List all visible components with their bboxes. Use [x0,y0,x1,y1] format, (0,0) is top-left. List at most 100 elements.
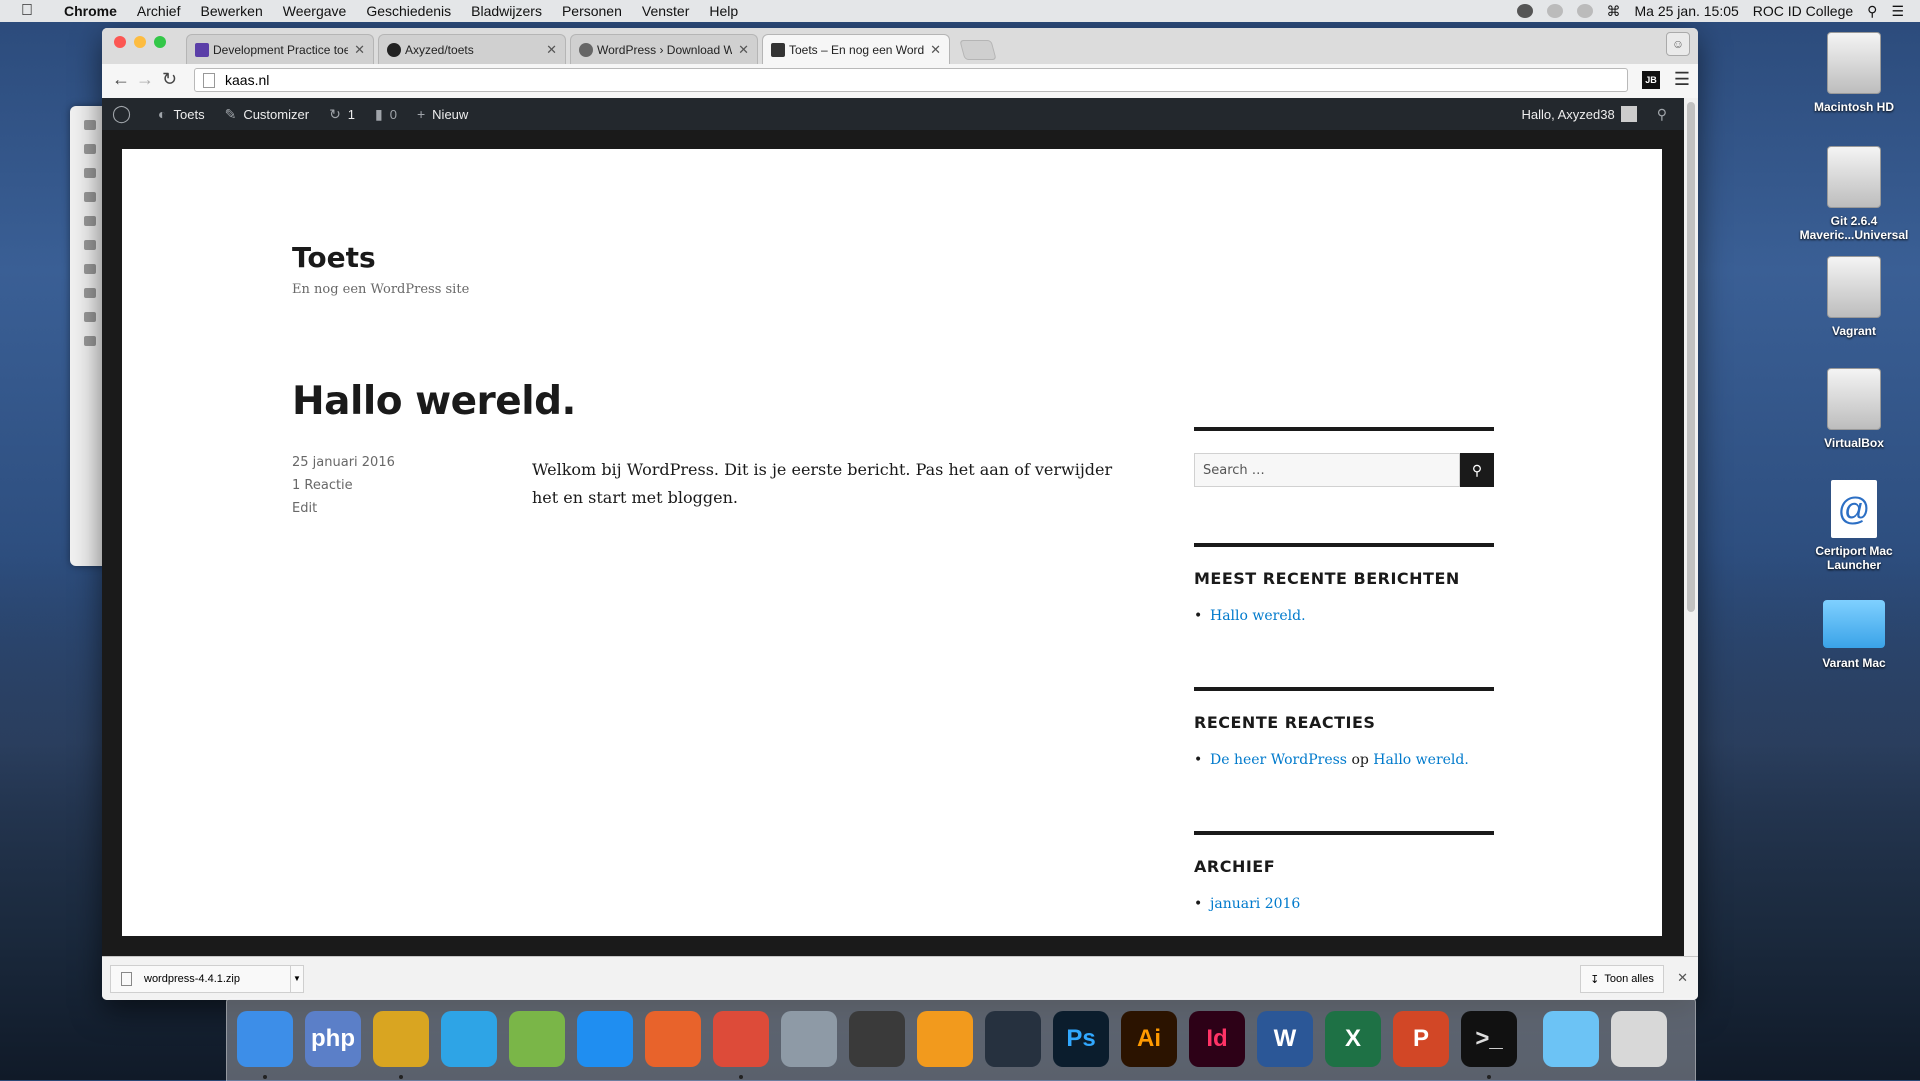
minimize-window-button[interactable] [134,36,146,48]
close-tab-icon[interactable]: ✕ [354,42,365,58]
admin-account[interactable]: Hallo, Axyzed38 [1512,98,1647,130]
recent-post-link[interactable]: Hallo wereld. [1210,608,1306,624]
finder-icon[interactable] [237,1011,293,1067]
download-item[interactable]: wordpress-4.4.1.zip ▼ [110,965,304,993]
close-tab-icon[interactable]: ✕ [546,42,557,58]
desktop-item-virtualbox[interactable]: VirtualBox [1794,368,1914,450]
wp-admin-bar: ◯ ◐ Toets ✎ Customizer ↻ 1 ▮ 0 + Nieuw Hallo,… [102,98,1684,130]
dock-icon-glyph [237,1011,293,1067]
post-edit-link[interactable]: Edit [292,501,317,516]
drive-icon [1827,32,1881,94]
menu-bewerken[interactable]: Bewerken [190,3,272,19]
jetbrains-icon[interactable] [441,1011,497,1067]
admin-updates[interactable]: ↻ 1 [319,98,365,130]
wifi-icon[interactable]: ⌘ [1607,3,1621,20]
admin-new[interactable]: + Nieuw [407,98,478,130]
status-app-icon[interactable] [1516,4,1533,18]
comment-author-link[interactable]: De heer WordPress [1210,752,1347,768]
powerpoint-icon[interactable]: P [1393,1011,1449,1067]
photoshop-icon[interactable]: Ps [1053,1011,1109,1067]
menu-weergave[interactable]: Weergave [273,3,357,19]
chrome-icon[interactable] [713,1011,769,1067]
customizer-label: Customizer [243,106,310,122]
admin-search-icon[interactable]: ⚲ [1647,98,1684,130]
php-icon[interactable]: php [305,1011,361,1067]
trash-icon[interactable] [1611,1011,1667,1067]
chevron-down-icon[interactable]: ▼ [290,966,303,992]
admin-comments[interactable]: ▮ 0 [365,98,407,130]
new-tab-button[interactable] [959,40,997,60]
menu-geschiedenis[interactable]: Geschiedenis [356,3,461,19]
notification-center-icon[interactable]: ☰ [1891,3,1904,20]
page-scrollbar[interactable] [1684,98,1698,956]
indesign-icon[interactable]: Id [1189,1011,1245,1067]
downloads-folder-icon[interactable] [1543,1011,1599,1067]
desktop-item-varant-mac[interactable]: Varant Mac [1794,600,1914,670]
final-cut-icon[interactable] [849,1011,905,1067]
tab-github[interactable]: Axyzed/toets ✕ [378,34,566,64]
close-tab-icon[interactable]: ✕ [930,42,941,58]
show-all-downloads-button[interactable]: ↧ Toon alles [1580,965,1664,993]
tab-development-practice[interactable]: Development Practice toets ✕ [186,34,374,64]
apple-icon[interactable]:  [0,2,54,20]
search-button[interactable]: ⚲ [1460,453,1494,487]
desktop-item-macintosh-hd[interactable]: Macintosh HD [1794,32,1914,114]
post-date[interactable]: 25 januari 2016 [292,455,395,470]
forward-icon[interactable]: → [136,69,154,90]
back-icon[interactable]: ← [112,69,130,90]
post-title[interactable]: Hallo wereld. [292,379,576,424]
close-window-button[interactable] [114,36,126,48]
excel-icon[interactable]: X [1325,1011,1381,1067]
recent-posts-widget: MEEST RECENTE BERICHTEN Hallo wereld. [1194,543,1494,624]
chrome-menu-icon[interactable]: ☰ [1674,69,1690,90]
jetbrains-extension-icon[interactable]: JB [1642,71,1660,89]
close-downloads-icon[interactable]: ✕ [1677,970,1688,986]
menu-personen[interactable]: Personen [552,3,632,19]
close-tab-icon[interactable]: ✕ [738,42,749,58]
archive-link[interactable]: januari 2016 [1210,896,1300,912]
filezilla-icon[interactable] [373,1011,429,1067]
menu-venster[interactable]: Venster [632,3,699,19]
site-title[interactable]: Toets [292,241,376,274]
system-preferences-icon[interactable] [781,1011,837,1067]
reload-icon[interactable]: ↻ [162,69,177,90]
address-bar[interactable]: kaas.nl [194,68,1628,92]
dock-icon-glyph: Id [1206,1025,1228,1052]
admin-site-name[interactable]: ◐ Toets [148,98,215,130]
tab-wordpress-download[interactable]: WordPress › Download Wo ✕ [570,34,758,64]
firefox-icon[interactable] [645,1011,701,1067]
desktop-item-certiport[interactable]: @ Certiport Mac Launcher [1794,480,1914,572]
airplay-icon[interactable] [1576,4,1593,18]
admin-customizer[interactable]: ✎ Customizer [215,98,319,130]
post-comments-link[interactable]: 1 Reactie [292,478,353,493]
wp-logo-icon[interactable]: ◯ [102,98,148,130]
cinema4d-icon[interactable] [985,1011,1041,1067]
spotlight-icon[interactable]: ⚲ [1867,3,1877,20]
word-icon[interactable]: W [1257,1011,1313,1067]
menu-archief[interactable]: Archief [127,3,191,19]
search-input[interactable]: Search … [1194,453,1460,487]
clock[interactable]: Ma 25 jan. 15:05 [1635,3,1739,19]
dock-icon-glyph: Ps [1066,1025,1096,1052]
desktop-item-vagrant[interactable]: Vagrant [1794,256,1914,338]
recent-posts-title: MEEST RECENTE BERICHTEN [1194,569,1460,588]
menu-help[interactable]: Help [699,3,748,19]
scrollbar-thumb[interactable] [1687,102,1695,612]
safari-icon[interactable] [577,1011,633,1067]
dock-icon-glyph [1611,1011,1667,1067]
desktop-item-git[interactable]: Git 2.6.4 Maveric...Universal [1794,146,1914,242]
menu-bladwijzers[interactable]: Bladwijzers [461,3,552,19]
browser-toolbar: ← → ↻ kaas.nl JB ☰ [102,64,1698,99]
terminal-icon[interactable]: >_ [1461,1011,1517,1067]
vectorize-icon[interactable] [917,1011,973,1067]
comment-post-link[interactable]: Hallo wereld. [1373,752,1469,768]
zoom-window-button[interactable] [154,36,166,48]
cyberduck-icon[interactable] [509,1011,565,1067]
illustrator-icon[interactable]: Ai [1121,1011,1177,1067]
user-name[interactable]: ROC ID College [1753,3,1853,19]
profile-icon[interactable]: ☺ [1666,32,1690,56]
menu-chrome[interactable]: Chrome [54,3,127,19]
tab-toets[interactable]: Toets – En nog een WordPr ✕ [762,34,950,64]
sync-icon[interactable] [1546,4,1563,18]
sidebar-icon [84,216,96,226]
